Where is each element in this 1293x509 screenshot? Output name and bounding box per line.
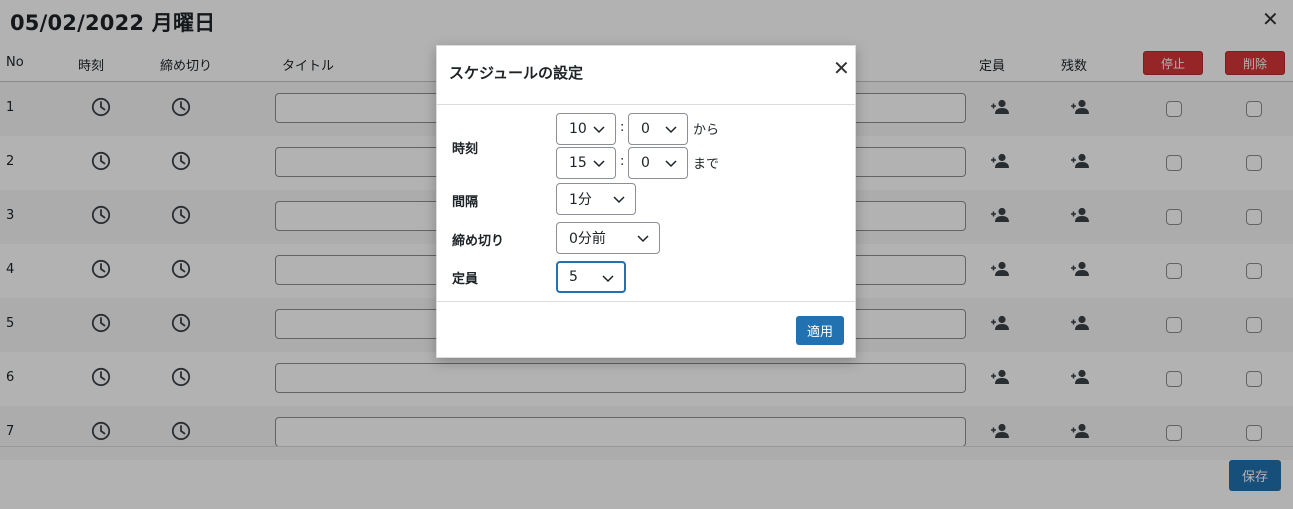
time-colon: :	[620, 120, 625, 135]
chevron-down-icon	[665, 126, 677, 134]
interval-value: 1分	[569, 192, 592, 208]
deadline-label: 締め切り	[452, 234, 505, 249]
apply-button[interactable]: 適用	[796, 316, 844, 345]
modal-title: スケジュールの設定	[449, 64, 583, 82]
interval-label: 間隔	[452, 195, 479, 210]
chevron-down-icon	[665, 160, 677, 168]
end-minute-select[interactable]: 0	[628, 147, 688, 179]
to-suffix: まで	[693, 157, 720, 172]
time-label: 時刻	[452, 142, 479, 157]
modal-header: スケジュールの設定 ✕	[437, 46, 855, 105]
chevron-down-icon	[593, 160, 605, 168]
schedule-settings-dialog: スケジュールの設定 ✕ 時刻 10 : 0 から 15 : 0 まで 間隔 1分…	[436, 45, 856, 358]
start-minute-select[interactable]: 0	[628, 113, 688, 145]
chevron-down-icon	[613, 196, 625, 204]
from-suffix: から	[693, 123, 720, 138]
capacity-label: 定員	[452, 272, 479, 287]
capacity-select[interactable]: 5	[556, 261, 626, 293]
deadline-value: 0分前	[569, 231, 606, 247]
start-minute-value: 0	[641, 121, 650, 137]
start-hour-select[interactable]: 10	[556, 113, 616, 145]
chevron-down-icon	[637, 235, 649, 243]
chevron-down-icon	[593, 126, 605, 134]
start-hour-value: 10	[569, 121, 587, 137]
modal-footer: 適用	[437, 301, 855, 358]
end-hour-value: 15	[569, 155, 587, 171]
time-colon: :	[620, 154, 625, 169]
capacity-value: 5	[569, 269, 578, 285]
chevron-down-icon	[602, 275, 614, 283]
modal-close-icon[interactable]: ✕	[833, 58, 850, 78]
interval-select[interactable]: 1分	[556, 183, 636, 215]
end-minute-value: 0	[641, 155, 650, 171]
end-hour-select[interactable]: 15	[556, 147, 616, 179]
deadline-select[interactable]: 0分前	[556, 222, 660, 254]
